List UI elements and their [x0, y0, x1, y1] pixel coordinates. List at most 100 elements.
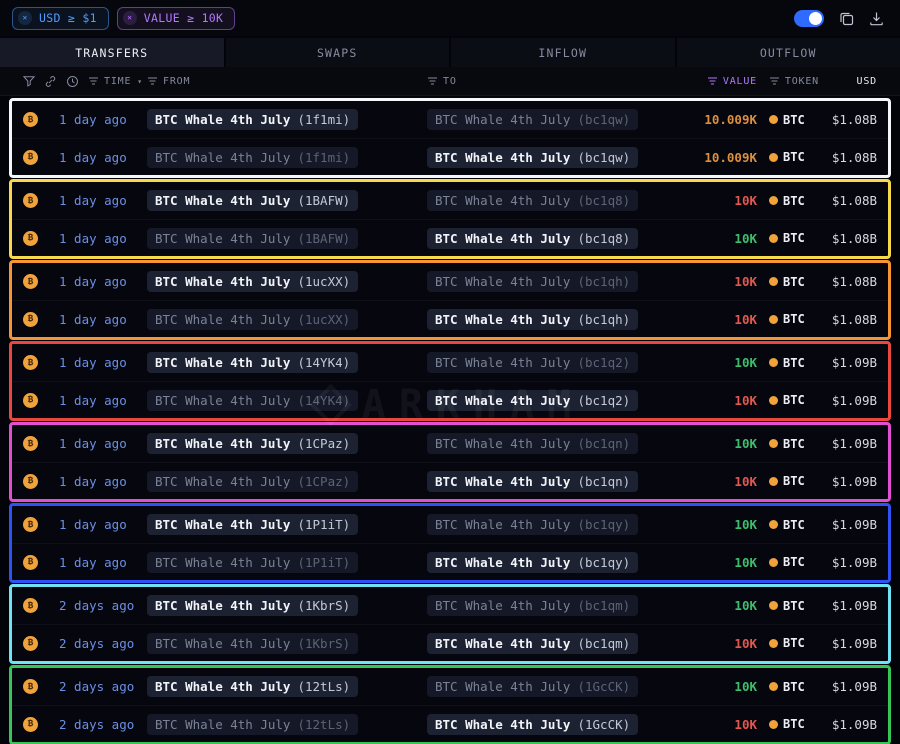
to-entity[interactable]: BTC Whale 4th July (bc1q2) — [427, 352, 638, 373]
filter-chip-value[interactable]: ✕ VALUE ≥ 10K — [117, 7, 235, 30]
table-row[interactable]: ₿ 1 day ago BTC Whale 4th July (1BAFW) B… — [12, 182, 888, 219]
token-symbol: BTC — [783, 356, 805, 370]
from-entity[interactable]: BTC Whale 4th July (14YK4) — [147, 352, 358, 373]
to-entity[interactable]: BTC Whale 4th July (bc1qw) — [427, 109, 638, 130]
to-entity[interactable]: BTC Whale 4th July (1GcCK) — [427, 714, 638, 735]
to-entity-name: BTC Whale 4th July — [435, 355, 570, 370]
from-entity-address: (1P1iT) — [297, 517, 350, 532]
to-entity[interactable]: BTC Whale 4th July (bc1qh) — [427, 309, 638, 330]
toggle-switch[interactable] — [794, 10, 824, 27]
row-time: 1 day ago — [59, 355, 147, 370]
btc-token-icon — [769, 558, 778, 567]
from-entity[interactable]: BTC Whale 4th July (1ucXX) — [147, 271, 358, 292]
token-symbol: BTC — [783, 474, 805, 488]
entity-avatar-icon: ₿ — [23, 355, 38, 370]
row-value: 10K — [734, 636, 757, 651]
copy-icon[interactable] — [839, 11, 854, 26]
column-header-from[interactable]: FROM — [147, 76, 427, 87]
table-row[interactable]: ₿ 1 day ago BTC Whale 4th July (1P1iT) B… — [12, 543, 888, 580]
remove-filter-icon[interactable]: ✕ — [123, 11, 137, 25]
to-entity[interactable]: BTC Whale 4th July (bc1q8) — [427, 228, 638, 249]
table-row[interactable]: ₿ 1 day ago BTC Whale 4th July (1ucXX) B… — [12, 263, 888, 300]
entity-avatar-icon: ₿ — [23, 717, 38, 732]
entity-avatar-icon: ₿ — [23, 555, 38, 570]
table-row[interactable]: ₿ 1 day ago BTC Whale 4th July (14YK4) B… — [12, 344, 888, 381]
filter-lines-icon — [88, 76, 99, 86]
to-entity[interactable]: BTC Whale 4th July (bc1qn) — [427, 471, 638, 492]
remove-filter-icon[interactable]: ✕ — [18, 11, 32, 25]
to-entity[interactable]: BTC Whale 4th July (bc1q8) — [427, 190, 638, 211]
btc-token-icon — [769, 520, 778, 529]
to-entity-name: BTC Whale 4th July — [435, 393, 570, 408]
table-row[interactable]: ₿ 1 day ago BTC Whale 4th July (1P1iT) B… — [12, 506, 888, 543]
from-entity[interactable]: BTC Whale 4th July (1BAFW) — [147, 228, 358, 249]
table-row[interactable]: ₿ 2 days ago BTC Whale 4th July (1KbrS) … — [12, 587, 888, 624]
table-row[interactable]: ₿ 1 day ago BTC Whale 4th July (14YK4) B… — [12, 381, 888, 418]
to-entity[interactable]: BTC Whale 4th July (bc1q2) — [427, 390, 638, 411]
to-entity[interactable]: BTC Whale 4th July (bc1qm) — [427, 633, 638, 654]
download-icon[interactable] — [869, 11, 884, 26]
table-row[interactable]: ₿ 2 days ago BTC Whale 4th July (1KbrS) … — [12, 624, 888, 661]
row-time: 1 day ago — [59, 274, 147, 289]
from-entity[interactable]: BTC Whale 4th July (1KbrS) — [147, 633, 358, 654]
to-entity-name: BTC Whale 4th July — [435, 436, 570, 451]
from-entity[interactable]: BTC Whale 4th July (14YK4) — [147, 390, 358, 411]
column-header-value[interactable]: VALUE — [707, 76, 757, 87]
transfer-group: ₿ 1 day ago BTC Whale 4th July (1ucXX) B… — [9, 260, 891, 340]
from-entity[interactable]: BTC Whale 4th July (12tLs) — [147, 714, 358, 735]
to-entity-address: (1GcCK) — [577, 717, 630, 732]
from-entity[interactable]: BTC Whale 4th July (1CPaz) — [147, 433, 358, 454]
token-symbol: BTC — [783, 599, 805, 613]
to-entity[interactable]: BTC Whale 4th July (bc1qw) — [427, 147, 638, 168]
from-entity[interactable]: BTC Whale 4th July (1f1mi) — [147, 109, 358, 130]
tab-transfers[interactable]: TRANSFERS — [0, 38, 224, 67]
table-row[interactable]: ₿ 1 day ago BTC Whale 4th July (1BAFW) B… — [12, 219, 888, 256]
filter-chip-usd[interactable]: ✕ USD ≥ $1 — [12, 7, 109, 30]
to-entity[interactable]: BTC Whale 4th July (bc1qy) — [427, 552, 638, 573]
column-header-token[interactable]: TOKEN — [757, 76, 819, 87]
from-entity[interactable]: BTC Whale 4th July (1BAFW) — [147, 190, 358, 211]
clock-icon[interactable] — [66, 75, 79, 88]
from-entity[interactable]: BTC Whale 4th July (1P1iT) — [147, 552, 358, 573]
from-entity-name: BTC Whale 4th July — [155, 636, 290, 651]
to-entity[interactable]: BTC Whale 4th July (bc1qh) — [427, 271, 638, 292]
column-header-usd[interactable]: USD — [857, 76, 877, 87]
row-token: BTC — [757, 231, 819, 245]
btc-token-icon — [769, 115, 778, 124]
from-entity[interactable]: BTC Whale 4th July (1ucXX) — [147, 309, 358, 330]
tab-swaps[interactable]: SWAPS — [226, 38, 450, 67]
column-header-to[interactable]: TO — [427, 76, 667, 87]
to-entity[interactable]: BTC Whale 4th July (bc1qm) — [427, 595, 638, 616]
from-entity[interactable]: BTC Whale 4th July (1f1mi) — [147, 147, 358, 168]
from-entity[interactable]: BTC Whale 4th July (1P1iT) — [147, 514, 358, 535]
link-icon[interactable] — [44, 75, 57, 88]
funnel-filter-icon[interactable] — [23, 75, 35, 87]
entity-avatar-icon: ₿ — [23, 636, 38, 651]
table-row[interactable]: ₿ 2 days ago BTC Whale 4th July (12tLs) … — [12, 705, 888, 742]
table-row[interactable]: ₿ 1 day ago BTC Whale 4th July (1CPaz) B… — [12, 425, 888, 462]
row-value: 10K — [734, 312, 757, 327]
from-entity[interactable]: BTC Whale 4th July (12tLs) — [147, 676, 358, 697]
row-value: 10K — [734, 393, 757, 408]
column-header-time[interactable]: TIME▾ — [88, 76, 143, 87]
tab-inflow[interactable]: INFLOW — [451, 38, 675, 67]
tab-outflow[interactable]: OUTFLOW — [677, 38, 900, 67]
table-row[interactable]: ₿ 2 days ago BTC Whale 4th July (12tLs) … — [12, 668, 888, 705]
row-value: 10K — [734, 274, 757, 289]
entity-avatar-icon: ₿ — [23, 274, 38, 289]
table-row[interactable]: ₿ 1 day ago BTC Whale 4th July (1CPaz) B… — [12, 462, 888, 499]
row-time: 1 day ago — [59, 555, 147, 570]
table-row[interactable]: ₿ 1 day ago BTC Whale 4th July (1ucXX) B… — [12, 300, 888, 337]
to-entity[interactable]: BTC Whale 4th July (bc1qy) — [427, 514, 638, 535]
table-row[interactable]: ₿ 1 day ago BTC Whale 4th July (1f1mi) B… — [12, 101, 888, 138]
to-entity-address: (bc1q2) — [577, 355, 630, 370]
row-value: 10K — [734, 231, 757, 246]
from-entity-name: BTC Whale 4th July — [155, 517, 290, 532]
to-entity-name: BTC Whale 4th July — [435, 150, 570, 165]
to-entity[interactable]: BTC Whale 4th July (bc1qn) — [427, 433, 638, 454]
from-entity[interactable]: BTC Whale 4th July (1CPaz) — [147, 471, 358, 492]
to-entity[interactable]: BTC Whale 4th July (1GcCK) — [427, 676, 638, 697]
table-row[interactable]: ₿ 1 day ago BTC Whale 4th July (1f1mi) B… — [12, 138, 888, 175]
to-entity-name: BTC Whale 4th July — [435, 636, 570, 651]
from-entity[interactable]: BTC Whale 4th July (1KbrS) — [147, 595, 358, 616]
